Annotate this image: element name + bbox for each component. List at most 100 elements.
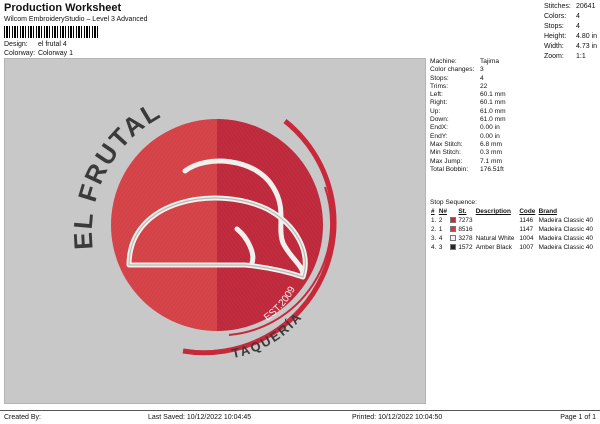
cell-n: 4 — [438, 235, 443, 242]
info-label: Min Stitch: — [430, 149, 461, 157]
info-label: EndY: — [430, 132, 448, 140]
info-label: Total Bobbin: — [430, 165, 469, 173]
info-value: 0.3 mm — [480, 149, 502, 157]
info-label: Left: — [430, 91, 443, 99]
stat-row: Height: 4.80 in — [544, 32, 600, 42]
stat-label: Stitches: — [544, 3, 571, 10]
stop-sequence-table: # N# St. Description Code Brand 1. 2 727… — [430, 207, 598, 252]
info-row: EndX: 0.00 in — [430, 124, 600, 132]
col-header: St. — [458, 208, 467, 215]
cell-num: 4. — [431, 244, 437, 251]
info-row: Left: 60.1 mm — [430, 91, 600, 99]
cell-brand: Madeira Classic 40 — [538, 217, 593, 224]
info-row: Color changes: 3 — [430, 66, 600, 74]
info-label: Trims: — [430, 82, 449, 90]
info-row: Right: 60.1 mm — [430, 99, 600, 107]
color-swatch — [449, 244, 456, 251]
page-title: Production Worksheet — [4, 2, 122, 14]
info-row: Min Stitch: 0.3 mm — [430, 149, 600, 157]
design-row: Design: el frutal 4 — [4, 41, 67, 48]
barcode — [4, 26, 100, 38]
info-value: 61.0 mm — [480, 107, 506, 115]
colorway-label: Colorway: — [4, 50, 36, 57]
stats-panel: Stitches: 20641 Colors: 4 Stops: 4 Height: 4… — [544, 2, 600, 62]
last-saved: Last Saved: 10/12/2022 10:04:45 — [148, 414, 252, 421]
design-preview: EL FRUTAL TAQUERÍA EST.2009 — [4, 58, 426, 404]
cell-description — [475, 216, 519, 225]
stat-value: 20641 — [576, 3, 596, 10]
software-subtitle: Wilcom EmbroideryStudio – Level 3 Advanc… — [4, 16, 148, 23]
created-by: Created By: — [4, 414, 41, 421]
stat-label: Width: — [544, 43, 564, 50]
info-value: 61.0 mm — [480, 116, 506, 124]
info-label: Up: — [430, 107, 441, 115]
table-header-row: # N# St. Description Code Brand — [430, 207, 598, 216]
info-label: Color changes: — [430, 66, 475, 74]
cell-description: Natural White — [475, 235, 515, 242]
info-row: Total Bobbin: 176.51ft — [430, 166, 600, 174]
cell-color — [449, 225, 458, 234]
cell-n: 1 — [438, 226, 443, 233]
info-label: Right: — [430, 99, 448, 107]
cell-num: 2. — [431, 226, 437, 233]
table-row: 4. 3 1572 Amber Black 1007 Madeira Class… — [430, 243, 598, 252]
cell-code: 1146 — [519, 217, 534, 224]
col-header: Code — [519, 208, 536, 215]
stat-label: Stops: — [544, 23, 564, 30]
col-header: # — [431, 208, 435, 215]
col-header — [449, 207, 458, 216]
info-row: Down: 61.0 mm — [430, 116, 600, 124]
info-label: EndX: — [430, 124, 448, 132]
stat-value: 4 — [576, 23, 580, 30]
cell-description — [475, 225, 519, 234]
col-header: Description — [475, 208, 511, 215]
page-number: Page 1 of 1 — [560, 414, 596, 421]
cell-brand: Madeira Classic 40 — [538, 226, 593, 233]
info-value: 4 — [480, 74, 484, 82]
colorway-row: Colorway: Colorway 1 — [4, 50, 73, 57]
cell-num: 3. — [431, 235, 437, 242]
cell-code: 1007 — [519, 244, 534, 251]
info-row: Max Jump: 7.1 mm — [430, 158, 600, 166]
cell-n: 2 — [438, 217, 443, 224]
cell-stitches: 7273 — [458, 217, 473, 224]
stat-value: 4.73 in — [576, 43, 598, 50]
table-row: 2. 1 8516 1147 Madeira Classic 40 — [430, 225, 598, 234]
info-label: Max Stitch: — [430, 140, 463, 148]
info-label: Max Jump: — [430, 157, 463, 165]
cell-num: 1. — [431, 217, 437, 224]
info-value: 60.1 mm — [480, 99, 506, 107]
cell-description: Amber Black — [475, 244, 512, 251]
cell-n: 3 — [438, 244, 443, 251]
info-row: EndY: 0.00 in — [430, 133, 600, 141]
info-value: 22 — [480, 82, 488, 90]
cell-color — [449, 243, 458, 252]
col-header: N# — [438, 208, 448, 215]
info-value: 6.8 mm — [480, 140, 502, 148]
stat-row: Width: 4.73 in — [544, 42, 600, 52]
info-value: 0.00 in — [480, 124, 500, 132]
info-value: Tajima — [480, 58, 500, 65]
cell-color — [449, 216, 458, 225]
stat-row: Colors: 4 — [544, 12, 600, 22]
stat-label: Height: — [544, 33, 567, 40]
stat-row: Stops: 4 — [544, 22, 600, 32]
table-row: 1. 2 7273 1146 Madeira Classic 40 — [430, 216, 598, 225]
cell-color — [449, 234, 458, 243]
colorway-value: Colorway 1 — [37, 50, 73, 57]
stat-label: Colors: — [544, 13, 567, 20]
info-row: Stops: 4 — [430, 75, 600, 83]
stop-sequence-title: Stop Sequence: — [430, 199, 477, 206]
cell-stitches: 1572 — [458, 244, 473, 251]
info-label: Machine: — [430, 58, 457, 65]
cell-code: 1004 — [519, 235, 534, 242]
info-value: 3 — [480, 66, 484, 74]
info-row: Up: 61.0 mm — [430, 108, 600, 116]
info-row: Trims: 22 — [430, 83, 600, 91]
machine-info: Machine: Tajima Color changes: 3 Stops: 4 T… — [430, 58, 600, 174]
embroidery-logo: EL FRUTAL TAQUERÍA EST.2009 — [68, 95, 337, 361]
cell-stitches: 3278 — [458, 235, 473, 242]
info-value: 176.51ft — [480, 165, 504, 173]
cell-brand: Madeira Classic 40 — [538, 235, 593, 242]
info-value: 60.1 mm — [480, 91, 506, 99]
